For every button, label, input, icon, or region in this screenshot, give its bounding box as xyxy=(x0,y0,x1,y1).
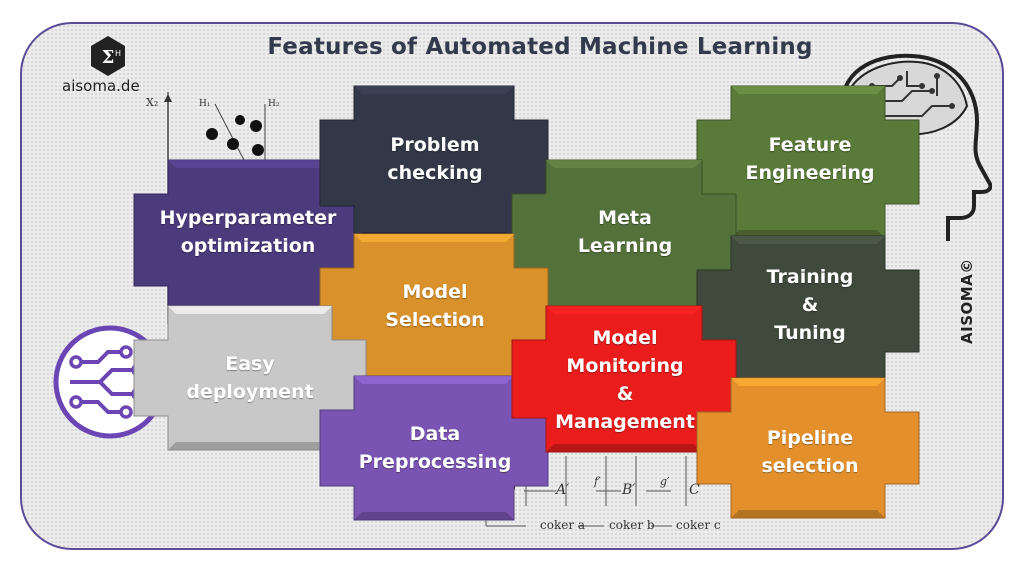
meta-learning-label: Meta Learning xyxy=(577,207,673,257)
easy-deployment-label: Easy deployment xyxy=(186,353,314,403)
hyperparameter-optimization-label: Hyperparameter optimization xyxy=(159,207,337,257)
model-monitoring-label: Model Monitoring & Management xyxy=(555,327,695,433)
training-tuning-label: Training & Tuning xyxy=(766,266,854,344)
problem-checking-label: Problem checking xyxy=(387,134,483,184)
copyright-text: AISOMA© xyxy=(958,258,976,344)
pipeline-selection-label: Pipeline selection xyxy=(761,427,859,477)
data-preprocessing-label: Data Preprocessing xyxy=(358,423,512,473)
model-selection-label: Model Selection xyxy=(385,281,485,331)
feature-engineering-label: Feature Engineering xyxy=(745,134,875,184)
diagram-canvas: Σ H aisoma.de Features of Automated Mach… xyxy=(0,0,1024,567)
